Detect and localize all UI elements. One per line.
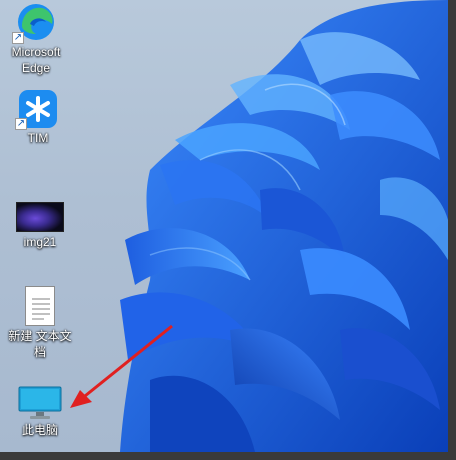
- desktop-icon-text-document[interactable]: 新建 文本文档: [8, 286, 72, 360]
- desktop-icon-img21[interactable]: img21: [8, 202, 72, 250]
- window-frame-bottom: [0, 452, 456, 460]
- desktop-icon-tim[interactable]: ↗ TIM: [6, 90, 70, 146]
- text-document-icon: [25, 286, 55, 326]
- edge-logo-icon: ↗: [12, 2, 56, 44]
- desktop-icon-label: TIM: [27, 131, 49, 145]
- desktop-icon-label: img21: [23, 235, 57, 249]
- desktop-icon-label: 新建 文本文档: [8, 329, 72, 359]
- desktop-icon-label: Microsoft Edge: [11, 45, 61, 75]
- monitor-icon: [18, 386, 62, 420]
- desktop-icon-this-pc[interactable]: 此电脑: [8, 386, 72, 438]
- desktop: ↗ Microsoft Edge ↗ TIM img21 新建 文本文档 此电脑: [0, 0, 448, 452]
- image-thumbnail-icon: [16, 202, 64, 232]
- shortcut-arrow-icon: ↗: [12, 32, 24, 44]
- desktop-icon-label: 此电脑: [21, 423, 58, 437]
- tim-logo-icon: ↗: [15, 90, 57, 130]
- window-frame-right: [448, 0, 456, 460]
- desktop-icon-edge[interactable]: ↗ Microsoft Edge: [4, 2, 68, 76]
- shortcut-arrow-icon: ↗: [15, 118, 27, 130]
